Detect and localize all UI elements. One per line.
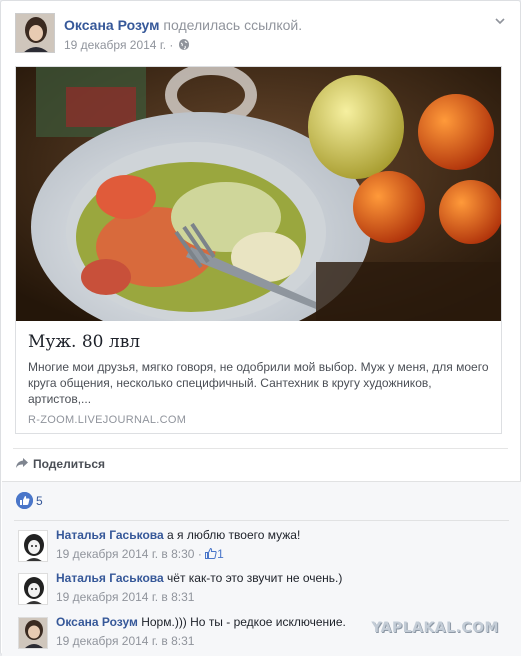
likes-count[interactable]: 5 [36,494,43,508]
comment-item: Наталья Гаськова чёт как-то это звучит н… [18,571,508,611]
like-thumb-icon [205,547,217,559]
comment-time[interactable]: 19 декабря 2014 г. в 8:31 [56,634,194,648]
comment-author[interactable]: Наталья Гаськова [56,571,164,585]
post-author-link[interactable]: Оксана Розум [64,17,160,33]
post-title-line: Оксана Розум поделилась ссылкой. [64,17,302,33]
post-date[interactable]: 19 декабря 2014 г. [64,38,166,52]
meta-separator: · [169,38,174,52]
post-card: Оксана Розум поделилась ссылкой. 19 дека… [0,0,521,656]
meta-separator: · [197,547,202,561]
comment-avatar[interactable] [18,573,48,605]
comment-text: чёт как-то это звучит не очень.) [167,571,343,585]
comment-like-count: 1 [217,547,224,561]
post-action-text: поделилась ссылкой. [163,17,303,33]
chevron-down-icon[interactable] [494,15,508,29]
comment-body: Оксана Розум Норм.))) Но ты - редкое иск… [56,615,346,629]
action-bar: Поделиться [13,448,508,478]
link-preview[interactable]: Муж. 80 лвл Многие мои друзья, мягко гов… [15,66,502,434]
comment-avatar[interactable] [18,617,48,649]
comment-meta: 19 декабря 2014 г. в 8:30 · 1 [56,547,224,561]
post-header: Оксана Розум поделилась ссылкой. 19 дека… [15,13,508,59]
comment-meta: 19 декабря 2014 г. в 8:31 [56,590,194,604]
divider [14,520,509,521]
share-arrow-icon [15,457,29,469]
comment-body: Наталья Гаськова чёт как-то это звучит н… [56,571,342,585]
author-avatar[interactable] [15,13,55,53]
share-button[interactable]: Поделиться [15,457,105,471]
post-meta: 19 декабря 2014 г. · [64,38,189,52]
watermark: YAPLAKAL.COM [371,620,499,636]
like-thumb-icon [16,492,33,509]
comments-section: 5 Наталья Гаськова а я люблю твоего мужа… [2,481,521,656]
link-title[interactable]: Муж. 80 лвл [28,332,140,352]
likes-summary[interactable]: 5 [16,492,43,510]
comment-text: а я люблю твоего мужа! [167,528,301,542]
link-domain: R-ZOOM.LIVEJOURNAL.COM [28,414,187,426]
link-preview-image[interactable] [16,67,501,321]
comment-time[interactable]: 19 декабря 2014 г. в 8:31 [56,590,194,604]
comment-body: Наталья Гаськова а я люблю твоего мужа! [56,528,300,542]
comment-avatar[interactable] [18,530,48,562]
link-description: Многие мои друзья, мягко говоря, не одоб… [28,360,489,406]
comment-author[interactable]: Наталья Гаськова [56,528,164,542]
comment-author[interactable]: Оксана Розум [56,615,138,629]
comment-meta: 19 декабря 2014 г. в 8:31 [56,634,194,648]
comment-likes[interactable]: 1 [205,547,224,561]
comment-item: Наталья Гаськова а я люблю твоего мужа! … [18,528,508,568]
comment-time[interactable]: 19 декабря 2014 г. в 8:30 [56,547,194,561]
globe-icon[interactable] [178,39,189,50]
comment-text: Норм.))) Но ты - редкое исключение. [141,615,346,629]
share-label: Поделиться [33,457,106,471]
